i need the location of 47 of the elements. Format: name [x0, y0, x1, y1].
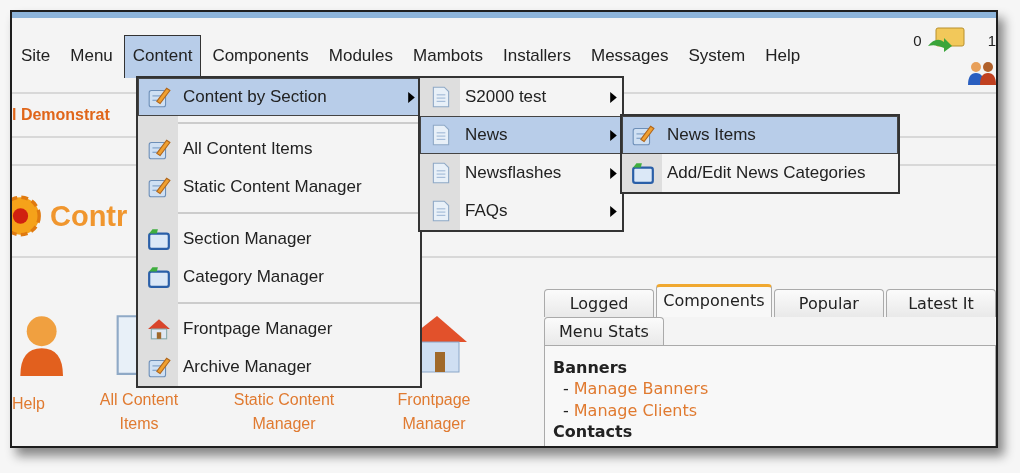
dropdown-entry[interactable]: Static Content Manager [138, 168, 420, 206]
menu-bar-item[interactable]: Help [756, 35, 810, 78]
edit-icon [147, 85, 171, 109]
menu-bar-item[interactable]: Mambots [404, 35, 492, 78]
section-title: Contacts [553, 422, 634, 442]
dropdown-entry[interactable]: Frontpage Manager [138, 310, 420, 348]
tab[interactable]: Components [656, 284, 772, 317]
house-icon [147, 317, 171, 341]
menu-bar-item[interactable]: Components [203, 35, 318, 78]
tab[interactable]: Logged [544, 289, 655, 317]
menu-bar-item[interactable]: Content [123, 35, 202, 78]
page-heading: Contr [50, 199, 128, 233]
folder-icon [147, 265, 171, 289]
dropdown-entry[interactable]: Category Manager [138, 258, 420, 296]
user-count: 1 [987, 31, 996, 49]
tab[interactable]: Latest It [885, 289, 996, 317]
edit-icon [147, 355, 171, 379]
dropdown-entry[interactable]: S2000 test [420, 78, 622, 116]
dropdown-entry[interactable]: Archive Manager [138, 348, 420, 386]
dropdown-entry[interactable]: News [420, 116, 622, 154]
dropdown-entry[interactable]: Section Manager [138, 220, 420, 258]
tab[interactable]: Menu Stats [544, 317, 664, 345]
message-count: 0 [913, 31, 922, 49]
list-dash: - [563, 379, 569, 398]
menu-bar-item[interactable]: Site [12, 35, 60, 78]
dropdown-entry[interactable]: All Content Items [138, 130, 420, 168]
folder-icon [147, 227, 171, 251]
menu-bar-item[interactable]: Installers [493, 35, 580, 78]
dropdown-entry[interactable]: Add/Edit News Categories [622, 154, 898, 192]
section-title: Banners [553, 358, 629, 378]
dropdown-entry[interactable]: News Items [622, 116, 898, 154]
menu-bar-item[interactable]: Modules [319, 35, 403, 78]
site-title: l Demonstrat [12, 106, 111, 124]
dropdown-entry[interactable]: Content by Section [138, 78, 420, 116]
edit-icon [631, 123, 655, 147]
dropdown-entry[interactable]: FAQs [420, 192, 622, 230]
list-dash: - [563, 401, 569, 420]
menu-bar-item[interactable]: System [679, 35, 755, 78]
edit-icon [147, 175, 171, 199]
edit-icon [147, 137, 171, 161]
users-icon[interactable] [966, 60, 996, 86]
menu-bar-item[interactable]: Menu [61, 35, 122, 78]
folder-icon [631, 161, 655, 185]
tab[interactable]: Popular [773, 289, 884, 317]
menu-bar-item[interactable]: Messages [582, 35, 678, 78]
dropdown-entry[interactable]: Newsflashes [420, 154, 622, 192]
mail-icon[interactable] [925, 26, 966, 54]
